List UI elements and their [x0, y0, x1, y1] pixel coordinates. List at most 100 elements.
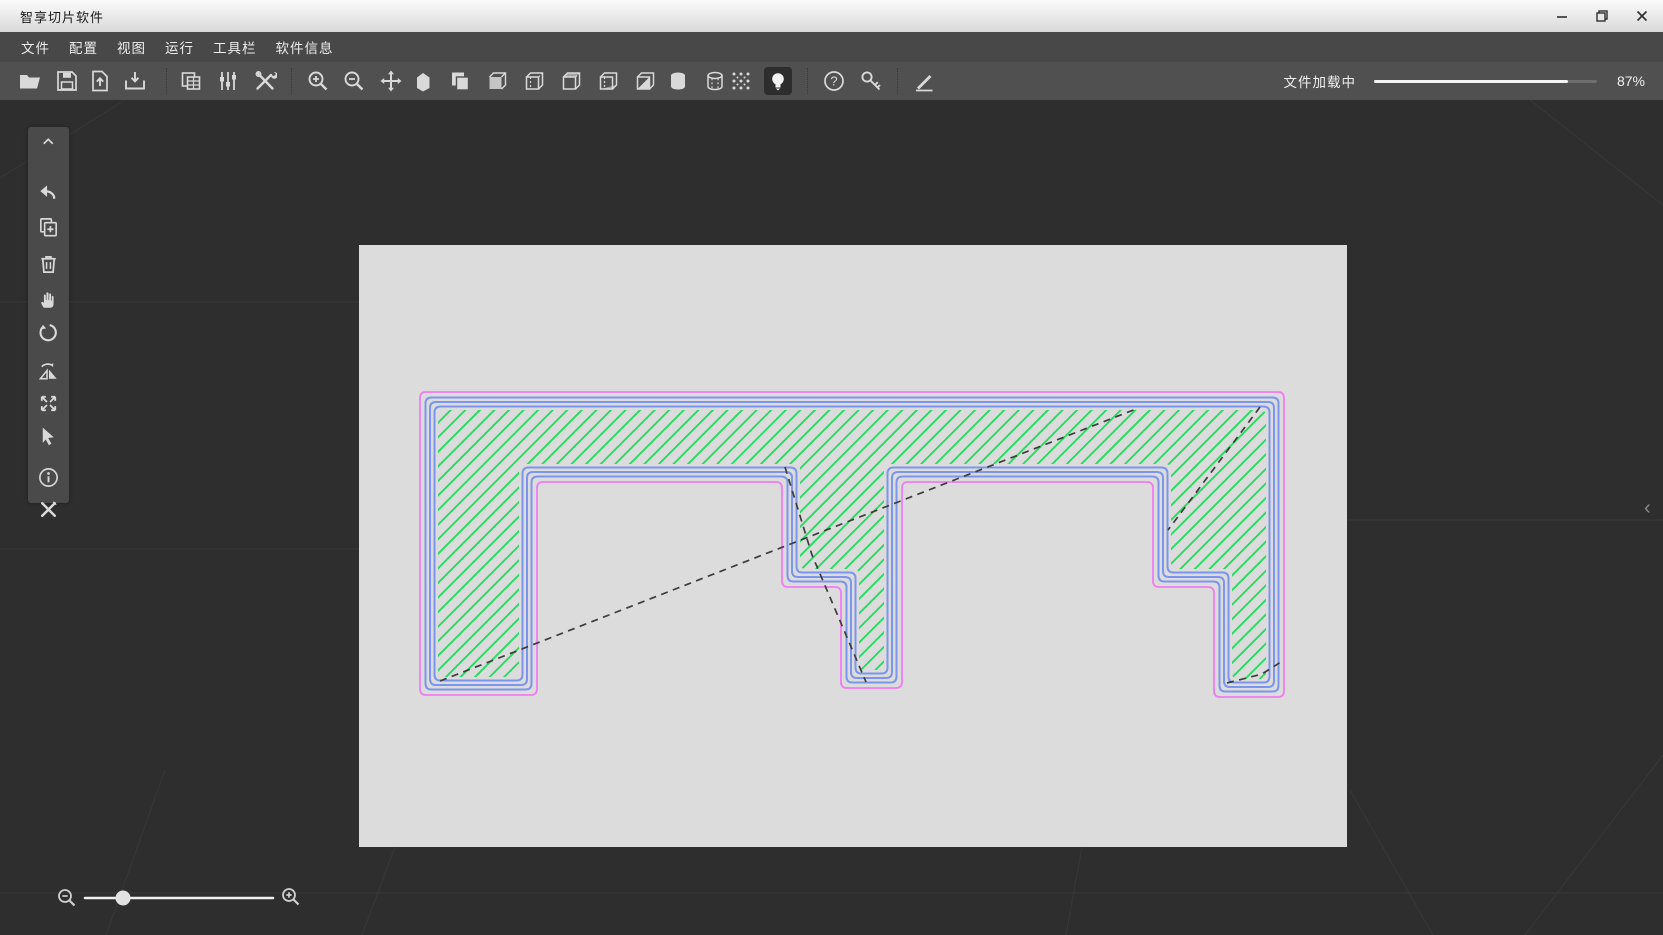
view-layers-icon — [448, 69, 472, 93]
view-cube-inner-button[interactable] — [520, 67, 548, 95]
window-title: 智享切片软件 — [20, 7, 104, 26]
minimize-button[interactable] — [1549, 3, 1575, 29]
save-file-button[interactable] — [53, 67, 81, 95]
zoom-in-icon — [306, 69, 330, 93]
help-icon: ? — [822, 69, 846, 93]
toolbar-separator — [807, 68, 808, 94]
titlebar: 智享切片软件 — [0, 0, 1663, 33]
zoom-in-button[interactable] — [304, 67, 332, 95]
model-info-button[interactable] — [28, 466, 69, 489]
menu-toolbar[interactable]: 工具栏 — [213, 35, 257, 59]
zoom-slider-thumb[interactable] — [116, 891, 131, 906]
view-cube-top-button[interactable] — [557, 67, 585, 95]
tools-button[interactable] — [251, 67, 279, 95]
view-cube-top-icon — [559, 69, 583, 93]
rotate-ccw-icon — [37, 322, 60, 345]
minimize-icon — [1555, 9, 1569, 23]
close-button[interactable] — [1629, 3, 1655, 29]
move-icon — [379, 69, 403, 93]
viewport-3d[interactable]: ‹ — [0, 100, 1663, 935]
collapse-up-icon — [40, 134, 58, 152]
view-cube-left-icon — [485, 69, 509, 93]
view-cylinder-button[interactable] — [664, 67, 692, 95]
select-cursor-icon — [37, 425, 60, 448]
file-loading-status: 文件加载中 87% — [1284, 62, 1646, 100]
view-cube-solid-button[interactable] — [409, 67, 437, 95]
rotate-ccw-button[interactable] — [28, 322, 69, 345]
view-cube-bottom-button[interactable] — [594, 67, 622, 95]
view-cube-solid-icon — [411, 69, 435, 93]
add-model-icon — [37, 216, 60, 239]
light-icon — [766, 69, 790, 93]
toolbar-separator — [291, 68, 292, 94]
zoom-out-button[interactable] — [340, 67, 368, 95]
menu-view[interactable]: 视图 — [117, 35, 146, 59]
import-file-button[interactable] — [121, 67, 149, 95]
mirror-flip-icon — [37, 360, 60, 383]
delete-model-icon — [37, 253, 60, 276]
fit-view-button[interactable] — [28, 392, 69, 415]
license-key-button[interactable] — [857, 67, 885, 95]
open-file-button[interactable] — [16, 67, 44, 95]
undo-icon — [37, 182, 60, 205]
view-cube-left-button[interactable] — [483, 67, 511, 95]
view-points-icon — [729, 69, 753, 93]
restore-button[interactable] — [1589, 3, 1615, 29]
mirror-flip-button[interactable] — [28, 360, 69, 383]
svg-text:?: ? — [830, 74, 837, 89]
toolbar-separator — [166, 68, 167, 94]
collapse-up-button[interactable] — [28, 134, 69, 152]
save-file-icon — [55, 69, 79, 93]
model-info-icon — [37, 466, 60, 489]
license-key-icon — [859, 69, 883, 93]
slice-panel-icon — [179, 69, 203, 93]
menu-run[interactable]: 运行 — [165, 35, 194, 59]
loading-progress-fill — [1374, 80, 1568, 83]
undo-button[interactable] — [28, 182, 69, 205]
repair-tools-button[interactable] — [28, 498, 69, 521]
pan-hand-icon — [37, 289, 60, 312]
view-cube-bottom-icon — [596, 69, 620, 93]
close-icon — [1635, 9, 1649, 23]
tools-icon — [253, 69, 277, 93]
loading-label: 文件加载中 — [1284, 71, 1357, 91]
adjust-params-icon — [216, 69, 240, 93]
move-button[interactable] — [377, 67, 405, 95]
export-file-icon — [88, 69, 112, 93]
view-cube-half-icon — [633, 69, 657, 93]
repair-tools-icon — [37, 498, 60, 521]
right-panel-collapse-chevron[interactable]: ‹ — [1644, 498, 1651, 518]
loading-progressbar — [1374, 80, 1597, 83]
restore-icon — [1595, 9, 1609, 23]
open-file-icon — [18, 69, 42, 93]
menu-about[interactable]: 软件信息 — [276, 35, 334, 59]
window-controls — [1549, 0, 1655, 32]
loading-percent: 87% — [1611, 73, 1645, 89]
view-cylinder-icon — [666, 69, 690, 93]
viewport-canvas[interactable] — [359, 245, 1347, 847]
zoom-out-icon — [342, 69, 366, 93]
view-points-button[interactable] — [727, 67, 755, 95]
select-cursor-button[interactable] — [28, 425, 69, 448]
pan-hand-button[interactable] — [28, 289, 69, 312]
light-button[interactable] — [764, 67, 792, 95]
menu-file[interactable]: 文件 — [21, 35, 50, 59]
slice-panel-button[interactable] — [177, 67, 205, 95]
delete-model-button[interactable] — [28, 253, 69, 276]
toolbar-separator — [897, 68, 898, 94]
help-button[interactable]: ? — [820, 67, 848, 95]
adjust-params-button[interactable] — [214, 67, 242, 95]
slice-preview — [359, 245, 1347, 847]
import-file-icon — [123, 69, 147, 93]
view-cube-inner-icon — [522, 69, 546, 93]
fit-view-icon — [37, 392, 60, 415]
export-file-button[interactable] — [86, 67, 114, 95]
left-tool-panel — [28, 127, 69, 503]
draw-line-button[interactable] — [910, 67, 938, 95]
add-model-button[interactable] — [28, 216, 69, 239]
menu-config[interactable]: 配置 — [69, 35, 98, 59]
view-layers-button[interactable] — [446, 67, 474, 95]
view-cube-half-button[interactable] — [631, 67, 659, 95]
view-cylinder-wire-icon — [703, 69, 727, 93]
view-cylinder-wire-button[interactable] — [701, 67, 729, 95]
